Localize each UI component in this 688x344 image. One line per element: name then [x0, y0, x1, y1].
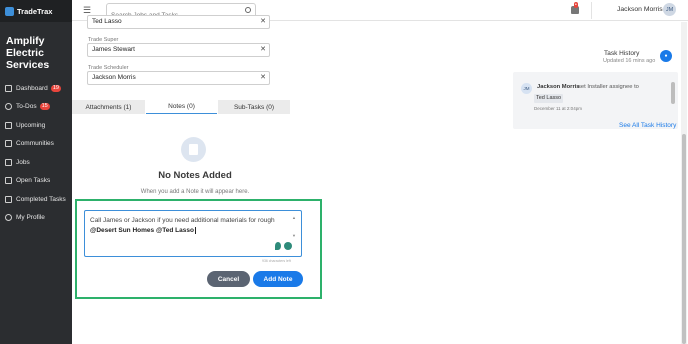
clear-icon[interactable]: ✕: [260, 16, 266, 28]
user-icon: [5, 214, 12, 222]
company-name: Amplify Electric Services: [6, 35, 50, 71]
avatar[interactable]: JM: [663, 3, 676, 16]
building-icon: [5, 140, 12, 148]
history-icon[interactable]: ●: [660, 50, 672, 62]
note-body-text: Call James or Jackson if you need additi…: [90, 217, 275, 224]
text-caret: [194, 226, 196, 234]
activity-date: December 11 at 2:04pm: [534, 106, 582, 111]
note-icon: [181, 137, 206, 162]
activity-card: JM Jackson Morris set Installer assignee…: [513, 72, 678, 129]
sidebar-item-label: Upcoming: [16, 121, 46, 129]
sidebar: TradeTrax Amplify Electric Services Dash…: [0, 0, 72, 344]
sidebar-item-completed-tasks[interactable]: Completed Tasks: [0, 190, 72, 209]
activity-target: Ted Lasso: [534, 94, 564, 103]
clear-icon[interactable]: ✕: [260, 72, 266, 84]
sidebar-item-label: Open Tasks: [16, 177, 51, 185]
assignee-field[interactable]: Ted Lasso ✕: [87, 15, 270, 29]
add-note-button[interactable]: Add Note: [253, 271, 303, 287]
check-circle-icon: [5, 103, 12, 111]
sidebar-nav: Dashboard 19 To-Dos 15 Upcoming Communit…: [0, 79, 72, 227]
tab-attachments[interactable]: Attachments (1): [72, 100, 145, 114]
sidebar-item-jobs[interactable]: Jobs: [0, 153, 72, 172]
trade-scheduler-field[interactable]: Jackson Morris ✕: [87, 71, 270, 85]
thumbs-up-icon: [5, 195, 12, 203]
sidebar-item-todos[interactable]: To-Dos 15: [0, 98, 72, 117]
user-name[interactable]: Jackson Morris: [617, 6, 663, 13]
note-editor[interactable]: Call James or Jackson if you need additi…: [84, 210, 302, 257]
character-count: 936 characters left: [262, 259, 291, 263]
logo[interactable]: TradeTrax: [0, 0, 72, 22]
tab-subtasks[interactable]: Sub-Tasks (0): [218, 100, 290, 114]
trade-scheduler-value: Jackson Morris: [92, 74, 136, 81]
cancel-button[interactable]: Cancel: [207, 271, 250, 287]
sidebar-item-upcoming[interactable]: Upcoming: [0, 116, 72, 135]
empty-notes-title: No Notes Added: [158, 170, 232, 181]
activity-scrollbar[interactable]: [671, 82, 675, 104]
task-history-updated: Updated 16 mins ago: [603, 58, 656, 64]
scroll-down-icon[interactable]: ▼: [292, 233, 296, 238]
page-scrollbar-thumb[interactable]: [682, 134, 686, 344]
brand-name: TradeTrax: [17, 6, 53, 16]
trade-super-field[interactable]: James Stewart ✕: [87, 43, 270, 57]
tab-notes[interactable]: Notes (0): [146, 100, 217, 114]
sidebar-item-label: To-Dos: [16, 103, 37, 111]
note-mentions: @Desert Sun Homes @Ted Lasso: [90, 227, 194, 234]
assignee-value: Ted Lasso: [92, 18, 122, 25]
sidebar-item-dashboard[interactable]: Dashboard 19: [0, 79, 72, 98]
emoji-icon[interactable]: [284, 242, 292, 250]
see-all-task-history-link[interactable]: See All Task History: [619, 122, 676, 129]
sidebar-item-label: Jobs: [16, 158, 30, 166]
location-pin-icon[interactable]: [275, 242, 281, 250]
home-icon: [5, 158, 12, 166]
note-text[interactable]: Call James or Jackson if you need additi…: [90, 216, 286, 236]
divider: [591, 2, 592, 19]
empty-notes-subtitle: When you add a Note it will appear here.: [140, 189, 250, 195]
activity-action: set Installer assignee to: [578, 84, 639, 90]
calendar-icon: [5, 121, 12, 129]
activity-actor: Jackson Morris: [537, 84, 580, 90]
logo-icon: [5, 6, 14, 16]
sidebar-item-label: Completed Tasks: [16, 195, 66, 203]
scroll-up-icon[interactable]: ▲: [292, 215, 296, 220]
sidebar-item-label: Dashboard: [16, 84, 48, 92]
notification-badge: •: [574, 2, 578, 8]
sidebar-item-open-tasks[interactable]: Open Tasks: [0, 172, 72, 191]
wrench-icon: [5, 177, 12, 185]
dashboard-icon: [5, 84, 12, 92]
dashboard-badge: 19: [50, 84, 61, 92]
todos-badge: 15: [39, 103, 50, 111]
sidebar-item-label: Communities: [16, 140, 54, 148]
clear-icon[interactable]: ✕: [260, 44, 266, 56]
activity-avatar: JM: [521, 83, 532, 94]
trade-super-value: James Stewart: [92, 46, 135, 53]
sidebar-item-my-profile[interactable]: My Profile: [0, 209, 72, 228]
sidebar-item-label: My Profile: [16, 214, 45, 222]
task-history-title: Task History: [604, 50, 640, 57]
sidebar-item-communities[interactable]: Communities: [0, 135, 72, 154]
search-icon[interactable]: [245, 7, 251, 13]
